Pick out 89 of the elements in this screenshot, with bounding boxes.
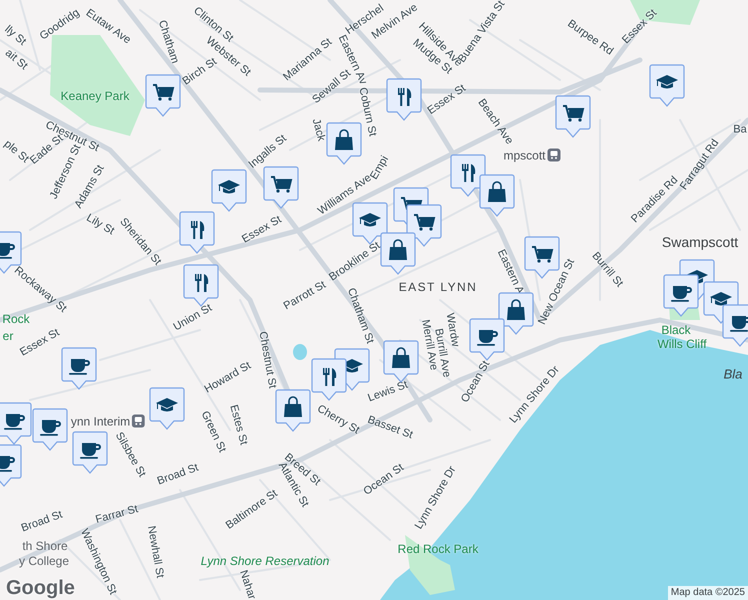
station-label: mpscott bbox=[504, 149, 546, 161]
coffee-cup-icon bbox=[4, 414, 25, 430]
station-label: ynn Interim bbox=[70, 415, 130, 427]
street-label: Coburn St bbox=[356, 86, 378, 138]
map-marker[interactable] bbox=[32, 408, 68, 452]
street-label: Lewis St bbox=[366, 380, 410, 404]
graduation-cap-icon bbox=[710, 292, 732, 306]
street-label: Broad St bbox=[156, 462, 200, 488]
map-marker[interactable] bbox=[469, 318, 505, 362]
street-label: Basset St bbox=[366, 414, 414, 442]
coffee-cup-icon bbox=[0, 243, 15, 259]
shopping-bag-icon bbox=[392, 347, 410, 368]
map-marker[interactable] bbox=[380, 232, 416, 276]
neighborhood-label: EAST LYNN bbox=[398, 281, 478, 293]
map-marker[interactable] bbox=[555, 95, 591, 139]
map-marker[interactable] bbox=[722, 304, 748, 348]
map-marker[interactable] bbox=[179, 211, 215, 255]
college-label: y College bbox=[18, 555, 70, 567]
shopping-cart-icon bbox=[271, 176, 292, 193]
map-marker[interactable] bbox=[72, 431, 108, 475]
shopping-bag-icon bbox=[488, 181, 506, 202]
fork-knife-icon bbox=[462, 164, 476, 182]
coffee-cup-icon bbox=[80, 443, 101, 459]
street-label: Union St bbox=[172, 302, 214, 334]
shopping-cart-icon bbox=[153, 84, 174, 101]
coffee-cup-icon bbox=[0, 456, 15, 472]
street-label: Chestnut St bbox=[256, 330, 278, 390]
street-label: Nahar bbox=[237, 569, 257, 600]
map-marker[interactable] bbox=[149, 387, 185, 431]
map-marker[interactable] bbox=[479, 174, 515, 218]
shopping-bag-icon bbox=[389, 239, 407, 260]
map-marker[interactable] bbox=[263, 166, 299, 210]
coffee-cup-icon bbox=[69, 359, 90, 375]
shopping-bag-icon bbox=[335, 129, 353, 150]
coffee-cup-icon bbox=[477, 330, 498, 346]
graduation-cap-icon bbox=[656, 75, 678, 88]
water-label: Bla bbox=[724, 368, 742, 380]
fork-knife-icon bbox=[195, 274, 208, 292]
street-label: Farrar St bbox=[94, 504, 140, 526]
shopping-bag-icon bbox=[284, 396, 302, 417]
fork-knife-icon bbox=[323, 368, 336, 386]
map-marker[interactable] bbox=[498, 292, 534, 336]
street-label: Jack bbox=[310, 118, 326, 142]
pond bbox=[293, 344, 307, 360]
map-marker[interactable] bbox=[649, 64, 685, 108]
coffee-cup-icon bbox=[40, 420, 61, 436]
shopping-cart-icon bbox=[563, 105, 584, 122]
park-label: Red Rock Park bbox=[398, 543, 478, 555]
park-label: Keaney Park bbox=[60, 90, 130, 102]
map-marker[interactable] bbox=[406, 204, 442, 248]
fork-knife-icon bbox=[191, 221, 204, 239]
shopping-cart-icon bbox=[532, 246, 554, 263]
shopping-bag-icon bbox=[507, 299, 525, 320]
street-label: Chatham bbox=[156, 19, 180, 65]
park-label: er bbox=[2, 330, 14, 342]
train-icon bbox=[548, 148, 560, 162]
street-label: ait St bbox=[2, 48, 30, 72]
street-label: Broad St bbox=[20, 510, 64, 534]
street-label: Lily St bbox=[84, 212, 116, 238]
fork-knife-icon bbox=[398, 88, 412, 106]
coffee-cup-icon bbox=[671, 286, 692, 302]
city-label: Swampscott bbox=[662, 235, 738, 249]
map-attribution: Map data ©2025 bbox=[668, 586, 748, 600]
coffee-cup-icon bbox=[730, 316, 748, 332]
train-icon bbox=[132, 414, 146, 428]
park-label: Rock bbox=[2, 313, 30, 325]
street-label: Estes St bbox=[227, 404, 249, 446]
street-label: Green St bbox=[198, 410, 228, 454]
graduation-cap-icon bbox=[359, 213, 381, 226]
map-marker[interactable] bbox=[61, 347, 97, 391]
park-label: Lynn Shore Reservation bbox=[200, 555, 330, 567]
map-logo[interactable]: Google bbox=[6, 578, 75, 598]
shopping-cart-icon bbox=[414, 214, 436, 231]
map-marker[interactable] bbox=[275, 389, 311, 433]
street-label: lly St bbox=[2, 24, 28, 48]
map-marker[interactable] bbox=[211, 169, 247, 213]
street-label: ple St bbox=[2, 138, 30, 166]
street-label: Wardw bbox=[444, 312, 460, 348]
park-label: Black bbox=[661, 324, 691, 336]
graduation-cap-icon bbox=[156, 398, 178, 412]
map-marker[interactable] bbox=[386, 78, 422, 122]
street-label: Ba bbox=[733, 124, 747, 136]
college-label: th Shore bbox=[22, 540, 68, 552]
map-marker[interactable] bbox=[311, 358, 347, 402]
graduation-cap-icon bbox=[218, 180, 240, 194]
street-label: Newhall St bbox=[145, 525, 165, 579]
map-marker[interactable] bbox=[326, 122, 362, 166]
map-marker[interactable] bbox=[145, 74, 181, 118]
map-marker[interactable] bbox=[0, 402, 32, 446]
